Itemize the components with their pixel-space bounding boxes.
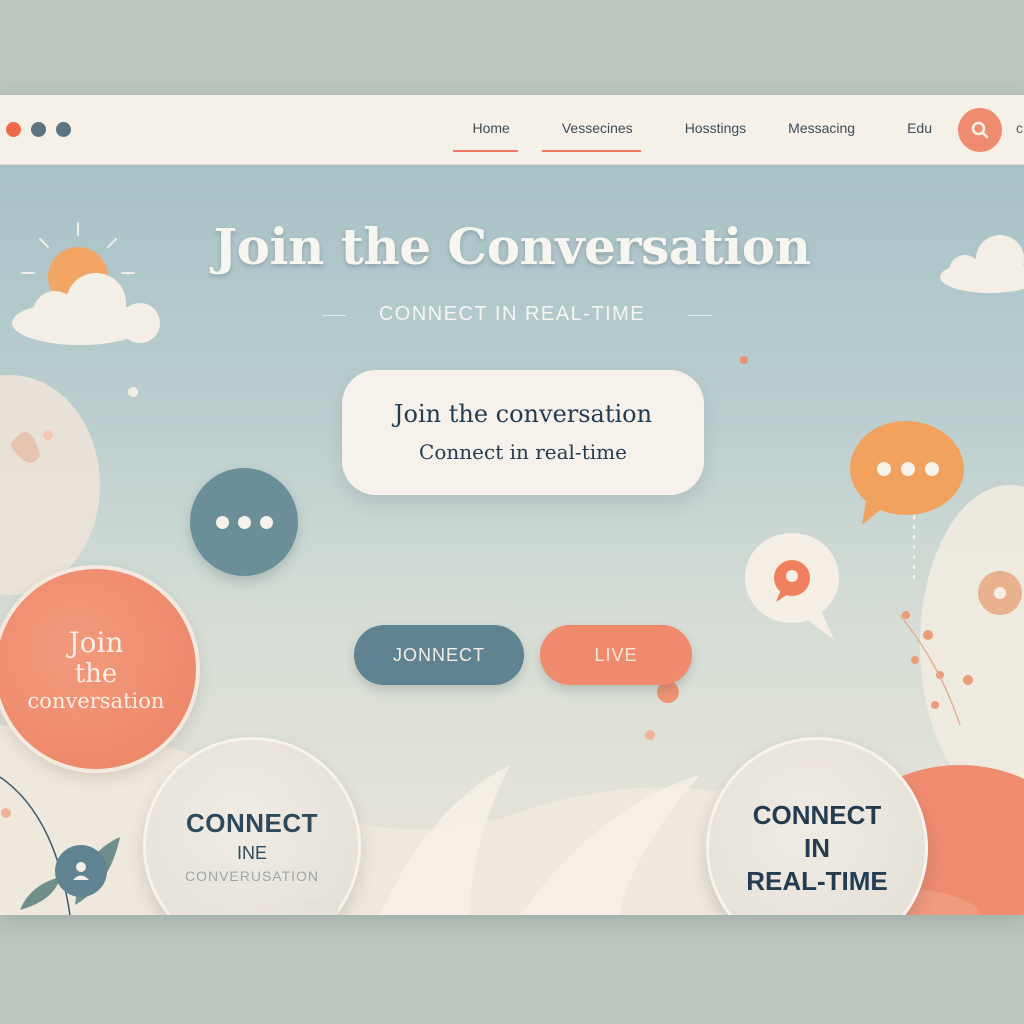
typing-chat-icon[interactable] — [190, 468, 298, 576]
nav-item-messaging[interactable]: Messacing — [788, 120, 855, 140]
nav-item-hostings[interactable]: Hosstings — [685, 120, 746, 140]
circle-bl-line1: CONNECT — [185, 808, 319, 838]
circle-bl-line2: INE — [236, 843, 267, 863]
join-conversation-circle[interactable]: Join the conversation — [0, 565, 200, 773]
hero-subtitle: CONNECT IN REAL-TIME — [378, 303, 646, 325]
live-button[interactable]: LIVE — [540, 625, 692, 685]
nav-item-messages[interactable]: Vessecines — [541, 120, 641, 152]
search-icon — [971, 121, 989, 139]
search-button[interactable] — [958, 108, 1002, 152]
bubble-text-line2: Connect in real-time — [419, 440, 627, 464]
window-controls — [6, 122, 71, 137]
user-avatar-icon[interactable] — [55, 845, 107, 897]
hero-section: Join the Conversation CONNECT IN REAL-TI… — [0, 165, 1024, 915]
nav-item-home[interactable]: Home — [452, 120, 519, 152]
circle-left-line2: the — [74, 658, 118, 689]
bubble-tail-left — [300, 900, 340, 915]
maximize-window-dot[interactable] — [56, 122, 71, 137]
circle-left-line1: Join — [68, 625, 124, 659]
location-chat-icon[interactable] — [742, 530, 842, 645]
nav-item-edu[interactable]: Edu — [907, 120, 932, 140]
overflow-icon[interactable]: c — [1016, 120, 1023, 136]
connect-button[interactable]: JONNECT — [354, 625, 524, 685]
circle-br-line1: CONNECT — [752, 799, 882, 830]
circle-br-line2: IN — [804, 832, 830, 863]
main-nav: Home Vessecines Hosstings Messacing Edu — [451, 95, 955, 165]
bubble-text-line1: Join the conversation — [393, 400, 653, 428]
top-navigation-bar: Home Vessecines Hosstings Messacing Edu … — [0, 95, 1024, 165]
circle-bl-line3: CONVERUSATION — [184, 868, 320, 884]
close-window-dot[interactable] — [6, 122, 21, 137]
minimize-window-dot[interactable] — [31, 122, 46, 137]
subtitle-rule-right — [688, 315, 712, 316]
center-message-bubble: Join the conversation Connect in real-ti… — [342, 370, 704, 495]
hero-title: Join the Conversation — [213, 217, 811, 276]
circle-br-line3: REAL-TIME — [746, 865, 888, 896]
speech-bubble-icon[interactable] — [848, 417, 966, 525]
circle-left-line3: conversation — [27, 688, 165, 713]
browser-window: Home Vessecines Hosstings Messacing Edu … — [0, 95, 1024, 915]
